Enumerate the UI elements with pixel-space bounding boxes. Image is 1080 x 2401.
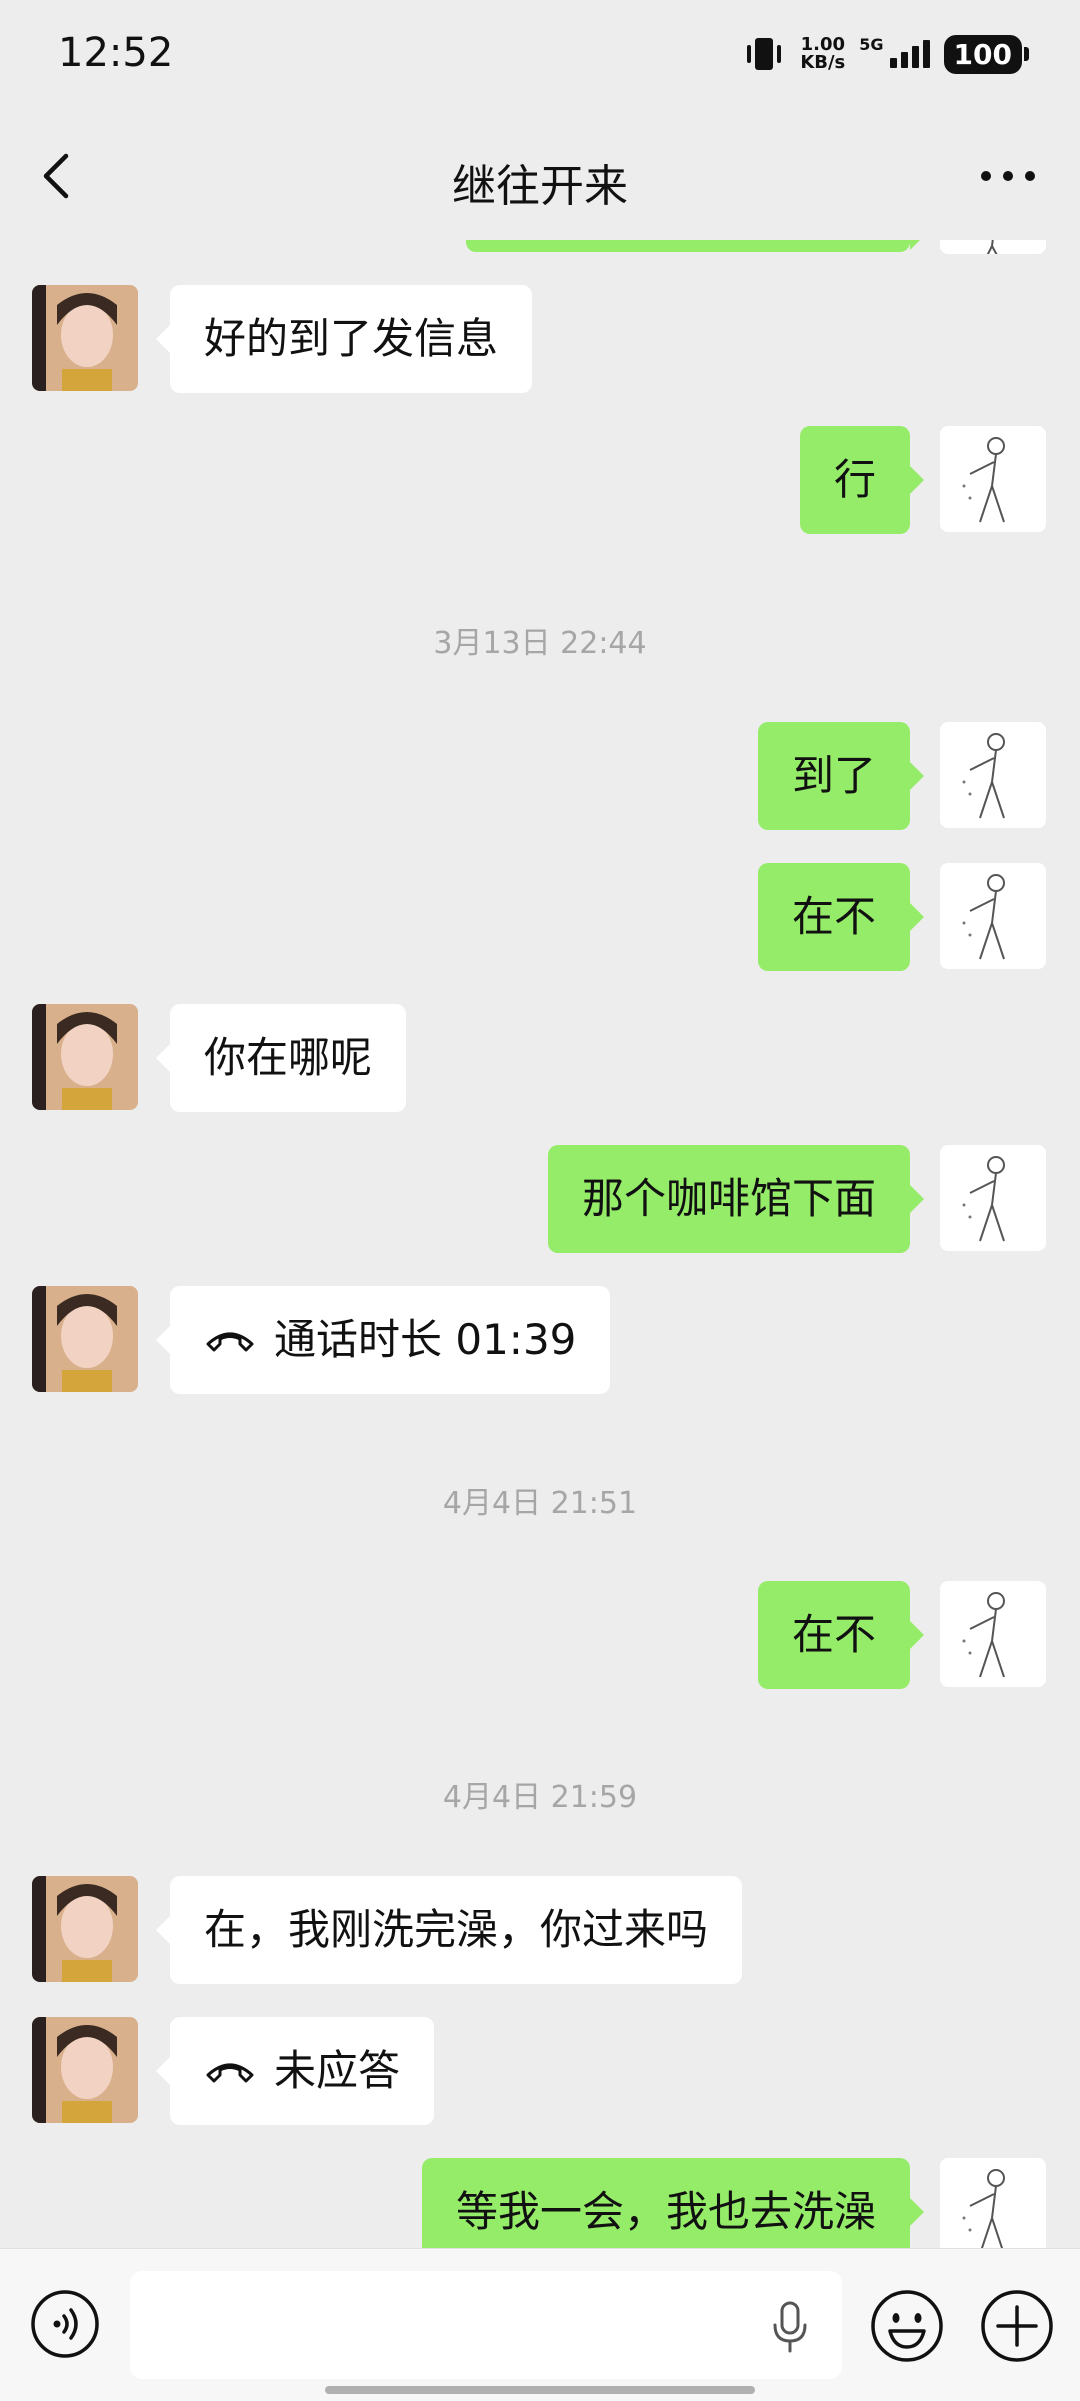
message-bubble-incoming[interactable]: 在，我刚洗完澡，你过来吗	[155, 1876, 743, 1984]
status-time: 12:52	[58, 30, 174, 76]
avatar-self[interactable]	[940, 240, 1046, 254]
message-input[interactable]	[130, 2271, 842, 2379]
avatar-self[interactable]	[940, 426, 1046, 532]
avatar-contact[interactable]	[32, 1876, 138, 1982]
avatar-self[interactable]	[940, 863, 1046, 969]
message-bubble-outgoing[interactable]: 行	[799, 426, 925, 534]
avatar-contact[interactable]	[32, 2017, 138, 2123]
message-list[interactable]: 好的到了发信息 行 3月13日 22:44 到了 在不 你在哪呢 那个咖啡馆下面…	[0, 240, 1080, 2248]
emoji-icon[interactable]	[870, 2289, 944, 2363]
vibrate-icon	[747, 38, 782, 70]
phone-hangup-icon	[206, 2063, 254, 2082]
net-speed-unit: KB/s	[800, 52, 846, 73]
timestamp: 4月4日 21:51	[442, 1486, 638, 1521]
add-more-icon[interactable]	[980, 2289, 1054, 2363]
status-bar: 12:52 1.00 KB/s 5G 100	[0, 0, 1080, 110]
input-bar	[0, 2248, 1080, 2401]
home-indicator[interactable]	[325, 2386, 755, 2394]
avatar-contact[interactable]	[32, 1004, 138, 1110]
avatar-self[interactable]	[940, 1145, 1046, 1251]
call-record-bubble[interactable]: 通话时长 01:39	[155, 1286, 611, 1394]
call-duration-text: 通话时长 01:39	[274, 1315, 577, 1364]
battery-icon: 100	[943, 34, 1030, 74]
net-speed: 1.00 KB/s	[800, 36, 845, 72]
timestamp: 4月4日 21:59	[442, 1780, 638, 1815]
microphone-icon[interactable]	[770, 2301, 810, 2353]
message-bubble-outgoing[interactable]: 在不	[757, 1581, 925, 1689]
voice-mode-icon[interactable]	[30, 2289, 100, 2359]
message-bubble-outgoing[interactable]: 在不	[757, 863, 925, 971]
avatar-contact[interactable]	[32, 1286, 138, 1392]
call-status-text: 未应答	[274, 2046, 401, 2095]
message-bubble-outgoing[interactable]: 到了	[757, 722, 925, 830]
chat-title: 继往开来	[452, 161, 628, 212]
message-bubble-incoming[interactable]: 好的到了发信息	[155, 285, 533, 393]
status-icons: 1.00 KB/s 5G 100	[742, 34, 1030, 74]
more-options-icon[interactable]	[976, 162, 1040, 190]
avatar-contact[interactable]	[32, 285, 138, 391]
phone-hangup-icon	[206, 1332, 254, 1351]
message-bubble-outgoing-partial[interactable]	[466, 240, 924, 252]
avatar-self[interactable]	[940, 1581, 1046, 1687]
message-bubble-incoming[interactable]: 你在哪呢	[155, 1004, 407, 1112]
signal-icon: 5G	[859, 35, 930, 68]
chat-header: 继往开来	[0, 110, 1080, 240]
call-record-bubble[interactable]: 未应答	[155, 2017, 435, 2125]
avatar-self[interactable]	[940, 2158, 1046, 2248]
timestamp: 3月13日 22:44	[433, 626, 647, 661]
message-bubble-outgoing[interactable]: 那个咖啡馆下面	[547, 1145, 925, 1253]
message-bubble-outgoing[interactable]: 等我一会，我也去洗澡	[421, 2158, 925, 2248]
battery-level: 100	[953, 37, 1012, 71]
avatar-self[interactable]	[940, 722, 1046, 828]
network-type: 5G	[859, 35, 884, 54]
